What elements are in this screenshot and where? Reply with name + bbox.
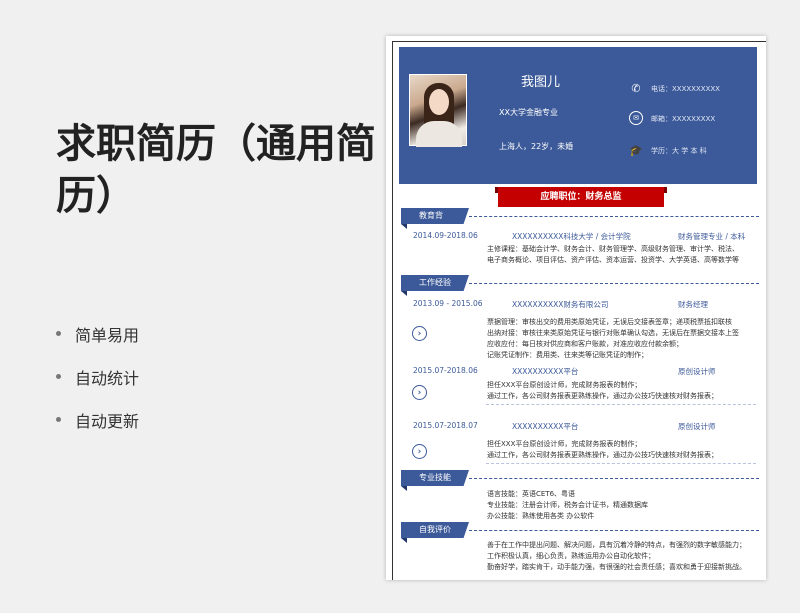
bullet-dot-icon: [56, 331, 61, 336]
chevron-right-icon: ›: [412, 326, 427, 341]
section-tab: 工作经验: [401, 275, 469, 291]
work-position: 原创设计师: [678, 367, 716, 376]
feature-list: 简单易用 自动统计 自动更新: [56, 312, 139, 441]
degree-text: 学历：大 学 本 科: [651, 147, 707, 155]
job-banner: 应聘职位：财务总监: [495, 187, 667, 207]
work-line: 通过工作，各公司财务报表更熟练操作，通过办公技巧快速核对财务报表；: [487, 392, 718, 400]
skill-line: 办公技能：熟练使用各类 办公软件: [487, 512, 595, 520]
chevron-right-icon: ›: [412, 385, 427, 400]
skill-line: 专业技能：注册会计师，税务会计证书，精通数据库: [487, 501, 648, 509]
work-date: 2015.07-2018.06: [413, 366, 478, 375]
self-line: 善于在工作中提出问题、解决问题，具有沉着冷静的特点，有强烈的数字敏感能力；: [487, 541, 746, 549]
work-date: 2013.09 - 2015.06: [413, 299, 483, 308]
bullet-dot-icon: [56, 374, 61, 379]
work-company: XXXXXXXXXX财务有限公司: [512, 300, 609, 309]
work-line: 通过工作，各公司财务报表更熟练操作，通过办公技巧快速核对财务报表；: [487, 451, 718, 459]
self-line: 工作积极认真，细心负责，熟练运用办公自动化软件；: [487, 552, 655, 560]
section-divider: [469, 530, 759, 531]
work-line: 票据管理：审核出交的费用类原始凭证，无误后交接表签章；递项税票抵扣联核: [487, 318, 732, 326]
education-degree: 财务管理专业 / 本科: [678, 232, 746, 241]
bullet-dot-icon: [56, 417, 61, 422]
education-date: 2014.09-2018.06: [413, 231, 478, 240]
work-position: 财务经理: [678, 300, 708, 309]
work-line: 记账凭证制作：费用类、往来类等记账凭证的制作；: [487, 351, 648, 359]
feature-item: 简单易用: [56, 312, 139, 355]
graduation-cap-icon: 🎓: [629, 143, 643, 157]
candidate-name: 我图儿: [521, 75, 561, 90]
work-line: 担任XXX平台原创设计师，完成财务报表的制作；: [487, 381, 642, 389]
feature-label: 简单易用: [75, 325, 140, 345]
chevron-right-icon: ›: [412, 444, 427, 459]
profile-photo: [409, 74, 467, 147]
work-line: 应收应付：每日核对供应商和客户账款，对准应收应付款余额；: [487, 340, 683, 348]
work-company: XXXXXXXXXX平台: [512, 367, 579, 376]
resume-header: 我图儿 XX大学金融专业 上海人，22岁，未婚 ✆ 电话：XXXXXXXXXX …: [399, 47, 757, 184]
self-line: 勤奋好学，踏实肯干，动手能力强，有很强的社会责任感；喜欢和勇于迎接新挑战。: [487, 563, 746, 571]
email-icon: ✉: [629, 111, 643, 125]
phone-icon: ✆: [631, 81, 641, 95]
education-line: 主修课程：基础会计学、财务会计、财务管理学、高级财务管理、审计学、税法、: [487, 245, 739, 253]
feature-item: 自动更新: [56, 398, 139, 441]
section-tab: 教育背: [401, 208, 469, 224]
education-line: 电子商务概论、项目评估、资产评估、资本运营、投资学、大学英语、高等数学等: [487, 256, 739, 264]
work-line: 出纳对接：审核往来类原始凭证与银行对账单确认勾选，无误后在票据交接本上签: [487, 329, 739, 337]
section-divider: [469, 283, 759, 284]
email-text: 邮箱：XXXXXXXXX: [651, 115, 716, 123]
page-title: 求职简历（通用简历）: [56, 121, 376, 219]
section-divider: [469, 478, 759, 479]
work-date: 2015.07-2018.07: [413, 421, 478, 430]
phone-text: 电话：XXXXXXXXXX: [651, 85, 720, 93]
education-school: XXXXXXXXXX科技大学 / 会计学院: [512, 232, 631, 241]
section-tab: 自我评价: [401, 522, 469, 538]
divider: [486, 404, 756, 405]
feature-label: 自动统计: [75, 368, 140, 388]
resume-preview: 我图儿 XX大学金融专业 上海人，22岁，未婚 ✆ 电话：XXXXXXXXXX …: [386, 36, 766, 580]
feature-label: 自动更新: [75, 411, 140, 431]
candidate-info: 上海人，22岁，未婚: [499, 142, 574, 151]
work-position: 原创设计师: [678, 422, 716, 431]
divider: [486, 463, 756, 464]
section-tab: 专业技能: [401, 470, 469, 486]
work-line: 担任XXX平台原创设计师，完成财务报表的制作；: [487, 440, 642, 448]
feature-item: 自动统计: [56, 355, 139, 398]
candidate-major: XX大学金融专业: [499, 108, 558, 117]
section-divider: [469, 216, 759, 217]
skill-line: 语言技能：英语CET6、粤语: [487, 490, 576, 498]
work-company: XXXXXXXXXX平台: [512, 422, 579, 431]
